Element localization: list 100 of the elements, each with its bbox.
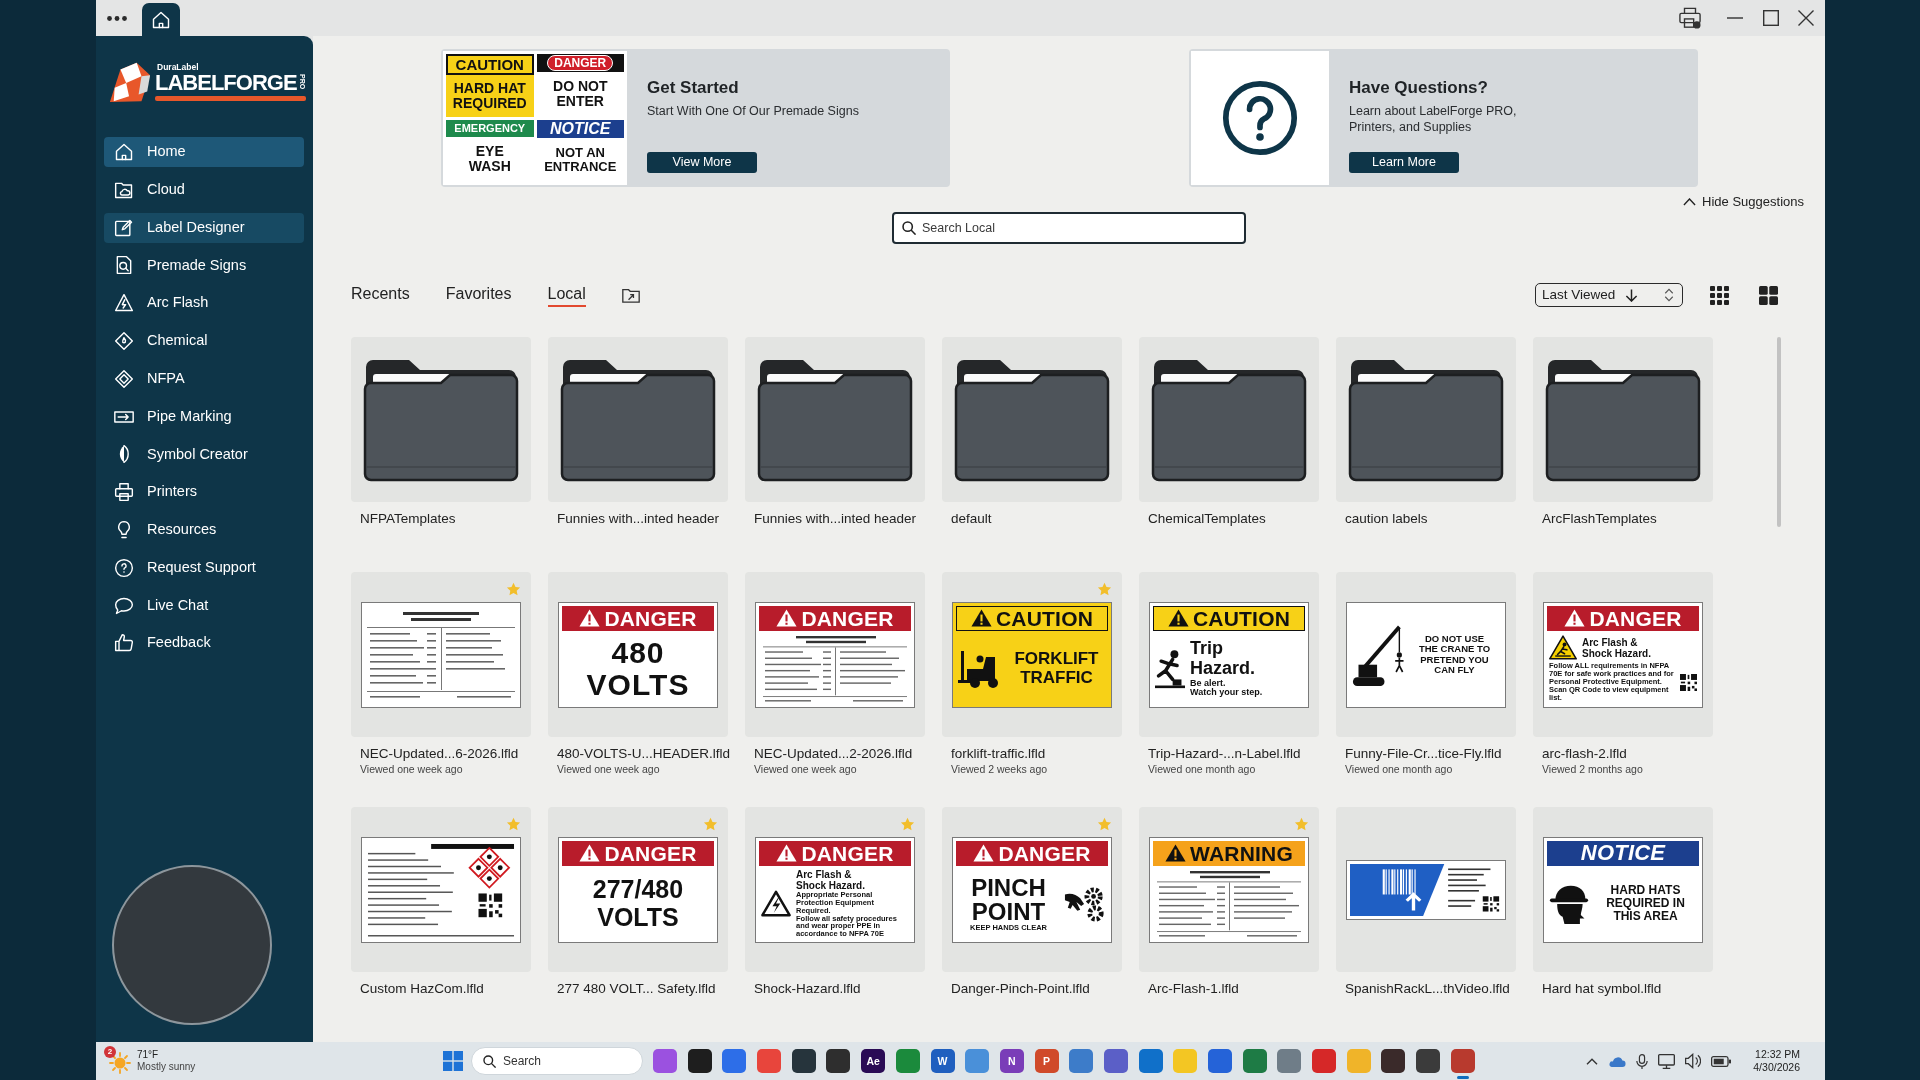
sidebar-item[interactable]: Label Designer (104, 212, 304, 243)
sign-heading: EMERGENCY (446, 119, 534, 137)
taskbar-app-icon[interactable]: Ae (861, 1049, 886, 1073)
star-icon[interactable] (1294, 817, 1309, 831)
small-grid-icon[interactable] (1710, 285, 1729, 305)
taskbar-app-icon[interactable] (791, 1049, 816, 1073)
folder-card[interactable] (351, 337, 531, 502)
sign-text: HARD HAT (453, 80, 526, 96)
file-card[interactable] (1336, 807, 1516, 972)
file-card[interactable]: DANGER 480 VOLTS (548, 572, 728, 737)
hide-suggestions-button[interactable]: Hide Suggestions (1683, 193, 1804, 211)
home-tab[interactable] (142, 3, 180, 36)
taskbar-app-icon[interactable] (1416, 1049, 1441, 1073)
folder-card[interactable] (1336, 337, 1516, 502)
sidebar-item[interactable]: Resources (104, 514, 304, 545)
sidebar-item[interactable]: Feedback (104, 628, 304, 659)
sign-note: Be alert. (1190, 678, 1227, 688)
sun-icon[interactable] (109, 1051, 131, 1074)
taskbar-app-icon[interactable] (826, 1049, 851, 1073)
logo-brand-text: DuraLabel (157, 62, 200, 72)
star-icon[interactable] (1097, 817, 1112, 831)
more-icon[interactable] (107, 15, 127, 21)
sidebar-item[interactable]: Request Support (104, 552, 304, 583)
tab[interactable]: Recents (351, 283, 410, 307)
file-card[interactable]: WARNING (1139, 807, 1319, 972)
taskbar-app-icon[interactable] (1381, 1049, 1406, 1073)
sidebar-item[interactable]: Cloud (104, 174, 304, 205)
file-viewed-time: Viewed 2 months ago (1541, 762, 1644, 776)
sidebar-item[interactable]: Pipe Marking (104, 401, 304, 432)
folder-icon (363, 357, 519, 482)
sign-heading: NOTICE (536, 119, 624, 138)
file-card[interactable]: CAUTION FORKLIFT TRAFFIC (942, 572, 1122, 737)
scrollbar-thumb[interactable] (1777, 337, 1781, 527)
sign-heading: CAUTION (446, 54, 534, 75)
star-icon[interactable] (506, 817, 521, 831)
suggestion-button[interactable]: View More (647, 152, 757, 173)
weather-temperature: 71°F (137, 1049, 160, 1061)
star-icon[interactable] (703, 817, 718, 831)
maximize-icon[interactable] (1763, 10, 1779, 26)
battery-icon[interactable] (1711, 1054, 1732, 1068)
sign-heading: DANGER (998, 842, 1091, 864)
cloud-icon[interactable] (1608, 1055, 1627, 1067)
sidebar-item[interactable]: Symbol Creator (104, 439, 304, 470)
file-card[interactable]: DO NOT USE THE CRANE TO PRETEND YOU CAN FLY (1336, 572, 1516, 737)
microphone-icon[interactable] (1636, 1053, 1649, 1069)
folder-card[interactable] (1533, 337, 1713, 502)
star-icon[interactable] (1097, 582, 1112, 596)
taskbar-app-icon[interactable] (687, 1049, 712, 1073)
folder-arrow-icon[interactable] (621, 287, 640, 303)
sign-heading: DANGER (604, 842, 697, 864)
sign-heading: DANGER (801, 607, 894, 629)
search-field[interactable]: Search Local (892, 212, 1246, 244)
tab[interactable]: Favorites (445, 283, 512, 307)
file-card[interactable]: DANGER 277/480 VOLTS (548, 807, 728, 972)
speaker-icon[interactable] (1685, 1053, 1702, 1069)
folder-card[interactable] (548, 337, 728, 502)
file-card[interactable] (351, 807, 531, 972)
suggestion-button[interactable]: Learn More (1349, 152, 1459, 173)
folder-card[interactable] (1139, 337, 1319, 502)
file-card[interactable]: CAUTION Trip Hazard. Be alert. Watch your step. (1139, 572, 1319, 737)
sidebar-item[interactable]: Chemical (104, 326, 304, 356)
sidebar-item[interactable]: Premade Signs (104, 250, 304, 281)
star-icon[interactable] (900, 817, 915, 831)
folder-card[interactable] (942, 337, 1122, 502)
logo-name-text: LABELFORGE (155, 71, 297, 95)
sign-text: Hazard. (1190, 659, 1257, 679)
thumbs-up-icon (114, 633, 134, 654)
diamond-drop-icon (114, 331, 134, 351)
sign-note: Watch your step. (1190, 688, 1264, 698)
sidebar-item[interactable]: Live Chat (104, 590, 304, 621)
folder-card[interactable] (745, 337, 925, 502)
sidebar-item[interactable]: Printers (104, 477, 304, 508)
chevron-up-icon[interactable] (1586, 1057, 1599, 1065)
tab[interactable]: Local (547, 283, 586, 307)
star-icon[interactable] (506, 582, 521, 596)
file-card[interactable]: DANGER (745, 572, 925, 737)
taskbar-app-icon[interactable]: P (1034, 1049, 1059, 1073)
close-icon[interactable] (1798, 10, 1814, 26)
sidebar-item[interactable]: Home (104, 137, 304, 167)
sign-heading: DANGER (801, 842, 894, 864)
monitor-icon[interactable] (1658, 1053, 1676, 1069)
printer-icon[interactable] (1679, 7, 1701, 29)
sign-text: DO NOT (553, 79, 608, 95)
sort-select[interactable]: Last Viewed (1535, 283, 1683, 307)
four-squares-icon[interactable] (443, 1051, 463, 1071)
taskbar-app-icon[interactable]: N (999, 1049, 1024, 1073)
sign-text: REQUIRED (452, 95, 527, 111)
large-grid-icon[interactable] (1759, 285, 1778, 305)
file-name: Danger-Pinch-Point.lfld (950, 980, 1091, 997)
sign-text: Arc Flash & (796, 868, 853, 880)
file-card[interactable]: NOTICE HARD HATS REQUIRED IN THIS AREA (1533, 807, 1713, 972)
taskbar-app-icon[interactable]: W (930, 1049, 955, 1073)
file-name: NEC-Updated...6-2026.lfld (359, 745, 520, 762)
sidebar-item[interactable]: Arc Flash (104, 288, 304, 319)
taskbar-search-field[interactable]: Search (471, 1047, 643, 1075)
warning-triangle-icon (970, 609, 992, 627)
sign-heading: DANGER (1589, 607, 1682, 629)
sign-text: EYE (475, 144, 504, 160)
sidebar-item[interactable]: NFPA (104, 363, 304, 394)
file-name: Arc-Flash-1.lfld (1147, 980, 1240, 997)
